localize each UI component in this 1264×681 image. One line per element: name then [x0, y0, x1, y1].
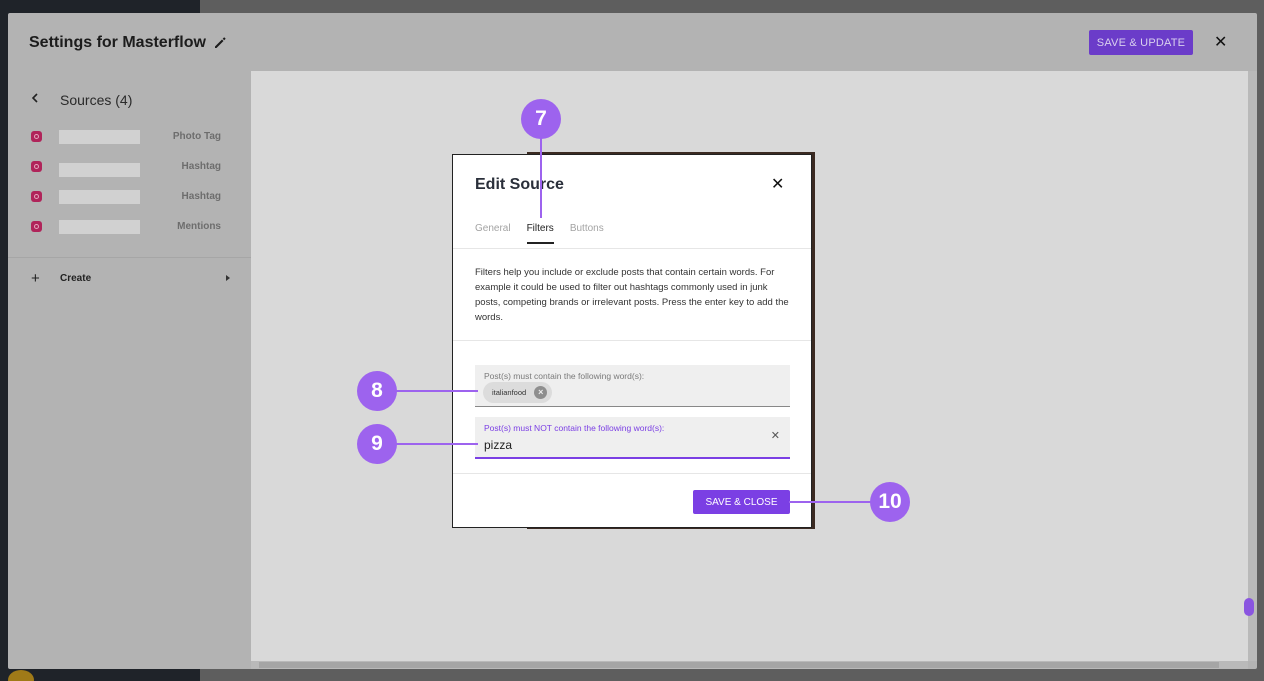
- scrollbar-thumb[interactable]: [259, 662, 1219, 668]
- exclude-words-input[interactable]: [484, 437, 754, 453]
- callout-badge: 9: [357, 424, 397, 464]
- divider: [453, 340, 811, 341]
- plus-icon: +: [31, 270, 40, 287]
- create-label: Create: [60, 273, 92, 284]
- edit-source-modal: Edit Source ✕ General Filters Buttons Fi…: [452, 154, 812, 528]
- horizontal-scrollbar[interactable]: [251, 661, 1248, 669]
- word-chip[interactable]: italianfood ×: [483, 382, 553, 403]
- source-type: Hashtag: [181, 161, 221, 172]
- instagram-icon: [31, 131, 42, 142]
- chat-widget-edge[interactable]: [1244, 598, 1254, 616]
- settings-title: Settings for Masterflow: [29, 34, 226, 52]
- filters-description: Filters help you include or exclude post…: [475, 267, 789, 323]
- callout-connector: [396, 390, 478, 392]
- source-name-placeholder: [59, 163, 140, 177]
- chevron-left-icon[interactable]: [30, 93, 40, 103]
- include-words-field[interactable]: Post(s) must contain the following word(…: [475, 365, 790, 407]
- pencil-icon[interactable]: [214, 37, 226, 49]
- callout-connector: [540, 138, 542, 218]
- tab-general[interactable]: General: [475, 223, 511, 244]
- callout-badge: 10: [870, 482, 910, 522]
- source-name-placeholder: [59, 190, 140, 204]
- source-type: Mentions: [177, 221, 221, 232]
- source-type: Hashtag: [181, 191, 221, 202]
- vertical-scrollbar[interactable]: [1248, 71, 1257, 661]
- source-item-3[interactable]: Hashtag: [31, 189, 221, 205]
- sidebar-divider: [8, 257, 251, 258]
- create-button[interactable]: + Create: [30, 270, 230, 288]
- save-close-button[interactable]: SAVE & CLOSE: [693, 490, 790, 514]
- exclude-words-field[interactable]: Post(s) must NOT contain the following w…: [475, 417, 790, 459]
- source-item-1[interactable]: Photo Tag: [31, 129, 221, 145]
- source-type: Photo Tag: [172, 131, 221, 142]
- modal-tabs: General Filters Buttons: [475, 223, 620, 244]
- close-icon[interactable]: ✕: [771, 177, 784, 193]
- source-item-2[interactable]: Hashtag: [31, 159, 221, 177]
- callout-badge: 7: [521, 99, 561, 139]
- callout-connector: [396, 443, 478, 445]
- instagram-icon: [31, 191, 42, 202]
- close-icon[interactable]: ✕: [1214, 35, 1227, 51]
- sources-title: Sources (4): [60, 92, 133, 108]
- settings-title-text: Settings for Masterflow: [29, 34, 206, 51]
- chip-remove-icon[interactable]: ×: [534, 386, 548, 399]
- clear-icon[interactable]: ✕: [771, 429, 780, 442]
- exclude-words-label: Post(s) must NOT contain the following w…: [484, 423, 665, 433]
- callout-connector: [789, 501, 872, 503]
- source-name-placeholder: [59, 220, 140, 234]
- callout-badge: 8: [357, 371, 397, 411]
- save-update-button[interactable]: SAVE & UPDATE: [1089, 30, 1193, 55]
- caret-right-icon: [226, 275, 230, 281]
- tab-filters[interactable]: Filters: [526, 223, 554, 244]
- instagram-icon: [31, 161, 42, 172]
- instagram-icon: [31, 221, 42, 232]
- chip-label: italianfood: [492, 388, 527, 397]
- include-words-label: Post(s) must contain the following word(…: [484, 371, 645, 381]
- divider: [453, 473, 811, 474]
- modal-title: Edit Source: [475, 176, 564, 193]
- divider: [453, 248, 811, 249]
- tab-buttons[interactable]: Buttons: [570, 223, 604, 244]
- source-item-4[interactable]: Mentions: [31, 219, 221, 235]
- source-name-placeholder: [59, 130, 140, 144]
